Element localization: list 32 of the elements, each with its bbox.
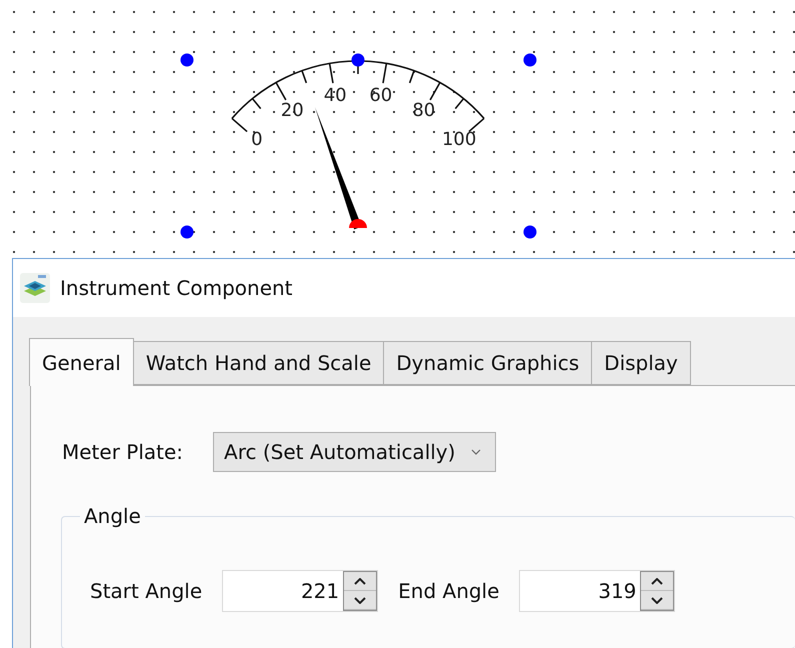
field-value: 221 [300,578,340,605]
scale-label: 40 [324,84,347,106]
needle-pivot [349,219,367,228]
field-value: 319 [597,578,638,605]
decrement-button[interactable] [344,591,376,610]
increment-button[interactable] [344,572,376,591]
decrement-button[interactable] [641,591,674,610]
app-icon [20,273,50,303]
scale-label: 20 [280,100,304,122]
increment-button[interactable] [641,572,674,591]
selection-handle[interactable] [352,54,364,66]
group-title: Angle [83,504,142,528]
tab[interactable]: Display [591,341,691,385]
selection-handle[interactable] [180,54,194,66]
number-field[interactable]: 221 [222,570,378,612]
selection-handle[interactable] [180,226,194,238]
chevron-down-icon [471,449,482,455]
tab[interactable]: Watch Hand and Scale [132,341,384,385]
tab[interactable]: General [29,338,134,386]
selection-handle[interactable] [524,54,536,66]
meter-plate-dropdown[interactable]: Arc (Set Automatically) [213,432,496,472]
window-title: Instrument Component [60,276,293,300]
scale-label: 80 [412,100,436,122]
tab[interactable]: Dynamic Graphics [383,341,592,385]
scale-label: 100 [442,129,476,150]
number-field[interactable]: 319 [519,570,676,612]
scale-label: 0 [251,129,263,150]
selection-handle[interactable] [524,226,536,238]
scale-label: 60 [369,84,392,106]
field-label: Start Angle [90,579,202,603]
field-label: Meter Plate: [62,440,184,464]
field-label: End Angle [398,579,500,603]
